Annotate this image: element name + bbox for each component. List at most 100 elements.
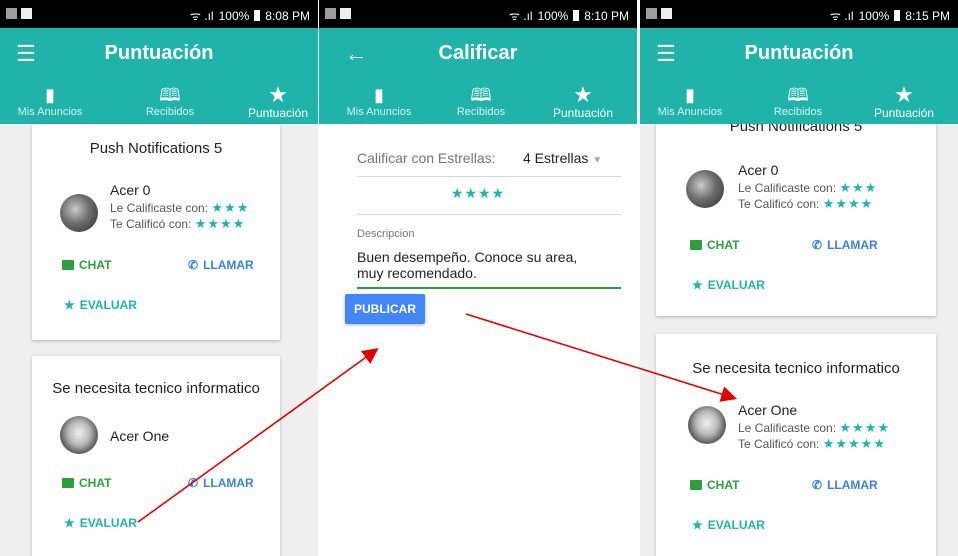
tab-label: Mis Anuncios	[346, 106, 412, 118]
tab-recibidos[interactable]: 🕮 Recibidos	[748, 80, 848, 124]
tab-mis-anuncios[interactable]: ▮ Mis Anuncios	[0, 80, 100, 124]
notification-icon	[661, 8, 672, 19]
description-field[interactable]: Buen desempeño. Conoce su area, muy reco…	[357, 249, 607, 281]
tab-puntuacion[interactable]: ★ Puntuación	[854, 80, 954, 124]
got-line: Te Calificó con: ★★★★	[110, 216, 245, 232]
stars-select-label: Calificar con Estrellas:	[357, 150, 496, 166]
rated-line: Le Calificaste con: ★★★	[738, 180, 877, 196]
battery-level: 100%	[218, 8, 250, 23]
star-icon: ★	[64, 298, 75, 312]
user-name: Acer 0	[738, 162, 779, 178]
rated-line: Le Calificaste con: ★★★★	[738, 420, 890, 436]
chat-button[interactable]: CHAT	[62, 476, 111, 490]
got-line: Te Calificó con: ★★★★	[738, 196, 873, 212]
status-bar: ᯤ .ıl 100% 8:10 PM	[319, 0, 637, 28]
phone-icon: ✆	[188, 476, 199, 490]
chat-label: CHAT	[79, 476, 112, 490]
tab-label: Mis Anuncios	[657, 106, 723, 118]
notification-icon	[340, 8, 351, 19]
got-stars: ★★★★★	[822, 436, 886, 451]
description-label: Descripcion	[357, 228, 415, 240]
rated-label: Le Calificaste con:	[110, 201, 209, 215]
gallery-notification-icon	[325, 8, 336, 19]
avatar	[60, 194, 98, 232]
chat-icon	[690, 240, 702, 250]
open-book-icon: 🕮	[159, 85, 181, 105]
star-icon: ★	[64, 516, 75, 530]
tab-label: Puntuación	[247, 106, 309, 120]
chat-label: CHAT	[707, 238, 740, 252]
gallery-notification-icon	[646, 8, 657, 19]
status-time: 8:15 PM	[905, 8, 950, 23]
signal-icon: ᯤ .ıl	[189, 9, 214, 23]
tab-mis-anuncios[interactable]: ▮ Mis Anuncios	[640, 80, 740, 124]
select-underline	[357, 176, 621, 177]
got-line: Te Calificó con: ★★★★★	[738, 436, 886, 452]
chat-button[interactable]: CHAT	[690, 478, 739, 492]
page-title: Puntuación	[744, 42, 854, 64]
evaluate-button[interactable]: ★ EVALUAR	[692, 518, 765, 532]
avatar	[60, 416, 98, 454]
call-label: LLAMAR	[203, 258, 254, 272]
tab-recibidos[interactable]: 🕮 Recibidos	[431, 80, 531, 124]
card-title: Se necesita tecnico informatico	[692, 360, 900, 377]
chat-icon	[690, 480, 702, 490]
evaluate-button[interactable]: ★ EVALUAR	[64, 298, 137, 312]
publicar-button[interactable]: PUBLICAR	[345, 294, 425, 324]
open-book-icon: 🕮	[787, 85, 809, 105]
call-button[interactable]: ✆ LLAMAR	[812, 238, 878, 252]
chat-icon	[62, 260, 74, 270]
avatar	[686, 170, 724, 208]
tab-bar: ▮ Mis Anuncios 🕮 Recibidos ★ Puntuación	[0, 80, 318, 124]
tab-puntuacion[interactable]: ★ Puntuación	[533, 80, 633, 124]
app-bar: ☰ Puntuación	[0, 28, 318, 80]
call-button[interactable]: ✆ LLAMAR	[188, 258, 254, 272]
tab-recibidos[interactable]: 🕮 Recibidos	[120, 80, 220, 124]
screen-1: ᯤ .ıl 100% 8:08 PM ☰ Puntuación ▮ Mis An…	[0, 0, 318, 556]
avatar	[688, 406, 726, 444]
notification-icon	[21, 8, 32, 19]
divider	[357, 214, 621, 215]
dropdown-arrow-icon: ▼	[592, 155, 603, 166]
got-label: Te Calificó con:	[110, 217, 192, 231]
rating-card: Se necesita tecnico informatico Acer One…	[656, 334, 936, 556]
stars-select[interactable]: 4 Estrellas ▼	[523, 150, 602, 166]
status-time: 8:08 PM	[265, 8, 310, 23]
chat-icon	[62, 478, 74, 488]
tab-label: Puntuación	[552, 106, 614, 120]
evaluate-button[interactable]: ★ EVALUAR	[64, 516, 137, 530]
signal-icon: ᯤ .ıl	[829, 9, 854, 23]
evaluate-button[interactable]: ★ EVALUAR	[692, 278, 765, 292]
chat-button[interactable]: CHAT	[690, 238, 739, 252]
page-title: Calificar	[438, 42, 518, 64]
rated-stars: ★★★	[839, 180, 878, 195]
battery-level: 100%	[858, 8, 890, 23]
user-name: Acer One	[738, 402, 798, 418]
card-title: Push Notifications 5	[89, 140, 223, 157]
rated-stars: ★★★	[211, 200, 250, 215]
battery-icon	[894, 10, 901, 21]
rating-card: Push Notifications 5 Acer 0 Le Calificas…	[656, 100, 936, 316]
call-button[interactable]: ✆ LLAMAR	[812, 478, 878, 492]
tab-mis-anuncios[interactable]: ▮ Mis Anuncios	[329, 80, 429, 124]
tab-puntuacion[interactable]: ★ Puntuación	[228, 80, 318, 124]
call-button[interactable]: ✆ LLAMAR	[188, 476, 254, 490]
book-icon: ▮	[45, 85, 55, 105]
evaluate-label: EVALUAR	[79, 298, 137, 312]
user-name: Acer One	[110, 428, 170, 444]
star-icon: ★	[692, 518, 703, 532]
got-stars: ★★★★	[194, 216, 246, 231]
star-icon: ★	[894, 82, 914, 107]
call-label: LLAMAR	[827, 478, 878, 492]
stars-display: ★★★★	[450, 185, 506, 201]
status-bar: ᯤ .ıl 100% 8:15 PM	[640, 0, 958, 28]
phone-icon: ✆	[188, 258, 199, 272]
chat-button[interactable]: CHAT	[62, 258, 111, 272]
status-time: 8:10 PM	[584, 8, 629, 23]
card-title: Se necesita tecnico informatico	[52, 380, 260, 397]
screen-3: ᯤ .ıl 100% 8:15 PM ☰ Puntuación Push Not…	[640, 0, 958, 556]
tab-bar: ▮ Mis Anuncios 🕮 Recibidos ★ Puntuación	[319, 80, 637, 124]
tab-label: Mis Anuncios	[17, 106, 83, 118]
book-icon: ▮	[685, 85, 695, 105]
chat-label: CHAT	[79, 258, 112, 272]
